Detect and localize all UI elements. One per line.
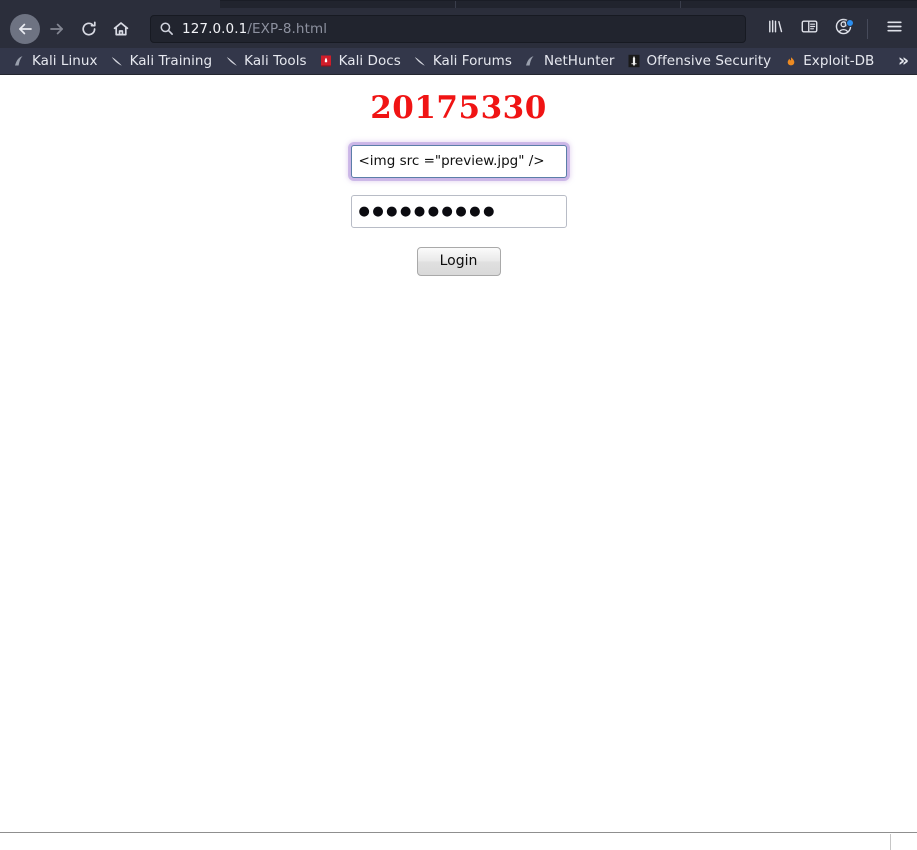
toolbar-divider (867, 18, 868, 39)
page-title: 20175330 (370, 90, 547, 126)
bookmark-nethunter[interactable]: NetHunter (518, 51, 621, 71)
tab-strip-tabs[interactable] (220, 0, 917, 8)
bookmark-label: Kali Tools (244, 53, 307, 69)
bookmark-kali-linux[interactable]: Kali Linux (6, 51, 104, 71)
kali-dragon-icon (413, 54, 428, 69)
arrow-left-icon (16, 20, 34, 38)
library-button[interactable] (760, 14, 790, 44)
status-bar (0, 832, 917, 850)
bookmark-kali-training[interactable]: Kali Training (104, 51, 219, 71)
home-icon (112, 20, 130, 38)
bookmark-label: Kali Linux (32, 53, 98, 69)
app-menu-button[interactable] (879, 14, 909, 44)
username-input[interactable] (350, 144, 567, 178)
url-host: 127.0.0.1 (182, 20, 248, 37)
home-button[interactable] (106, 14, 136, 44)
bookmarks-overflow-button[interactable]: » (898, 52, 909, 70)
browser-window: 127.0.0.1/EXP-8.html Kali Linux Kali Tra… (0, 0, 917, 850)
kali-dragon-icon (12, 54, 27, 69)
bookmark-label: Exploit-DB (803, 53, 875, 69)
bookmark-label: Kali Training (129, 53, 213, 69)
bookmark-kali-tools[interactable]: Kali Tools (218, 51, 312, 71)
bookmark-kali-forums[interactable]: Kali Forums (407, 51, 518, 71)
kali-docs-book-icon (319, 54, 334, 69)
hamburger-menu-icon (885, 17, 904, 40)
library-icon (766, 17, 785, 40)
bookmark-exploit-db[interactable]: Exploit-DB (777, 51, 880, 71)
url-text: 127.0.0.1/EXP-8.html (182, 21, 327, 37)
exploitdb-flame-icon (783, 54, 798, 69)
navigation-toolbar: 127.0.0.1/EXP-8.html (0, 9, 917, 48)
kali-dragon-icon (224, 54, 239, 69)
reload-button[interactable] (74, 14, 104, 44)
kali-dragon-icon (110, 54, 125, 69)
account-sync-button[interactable] (828, 14, 858, 44)
url-path: /EXP-8.html (247, 20, 328, 37)
bookmark-label: Kali Docs (338, 53, 401, 69)
back-button[interactable] (10, 13, 40, 44)
sync-badge (846, 18, 854, 27)
username-row (0, 144, 917, 178)
bookmark-label: Kali Forums (432, 53, 512, 69)
reload-icon (80, 20, 98, 38)
status-bar-divider (890, 834, 891, 850)
url-bar[interactable]: 127.0.0.1/EXP-8.html (150, 14, 746, 43)
search-icon (159, 21, 174, 36)
bookmark-offensive-security[interactable]: Offensive Security (621, 51, 778, 71)
password-input[interactable]: ●●●●●●●●●● (350, 194, 567, 228)
forward-button[interactable] (42, 14, 72, 44)
tab-strip (0, 0, 917, 9)
toolbar-right-actions (756, 14, 909, 44)
submit-row: Login (0, 246, 917, 276)
password-row: ●●●●●●●●●● (0, 194, 917, 228)
login-page: 20175330 ●●●●●●●●●● Login (0, 75, 917, 276)
kali-dragon-icon (524, 54, 539, 69)
offsec-sword-icon (627, 54, 642, 69)
tab-separator (455, 1, 456, 8)
bookmark-kali-docs[interactable]: Kali Docs (313, 51, 407, 71)
page-viewport: 20175330 ●●●●●●●●●● Login (0, 75, 917, 850)
sidebar-icon (800, 17, 819, 40)
bookmarks-toolbar: Kali Linux Kali Training Kali Tools Kali… (0, 48, 917, 75)
tab-separator (680, 1, 681, 8)
login-button[interactable]: Login (416, 246, 501, 276)
bookmark-label: Offensive Security (646, 53, 772, 69)
arrow-right-icon (48, 20, 66, 38)
bookmark-label: NetHunter (543, 53, 615, 69)
sidebar-button[interactable] (794, 14, 824, 44)
